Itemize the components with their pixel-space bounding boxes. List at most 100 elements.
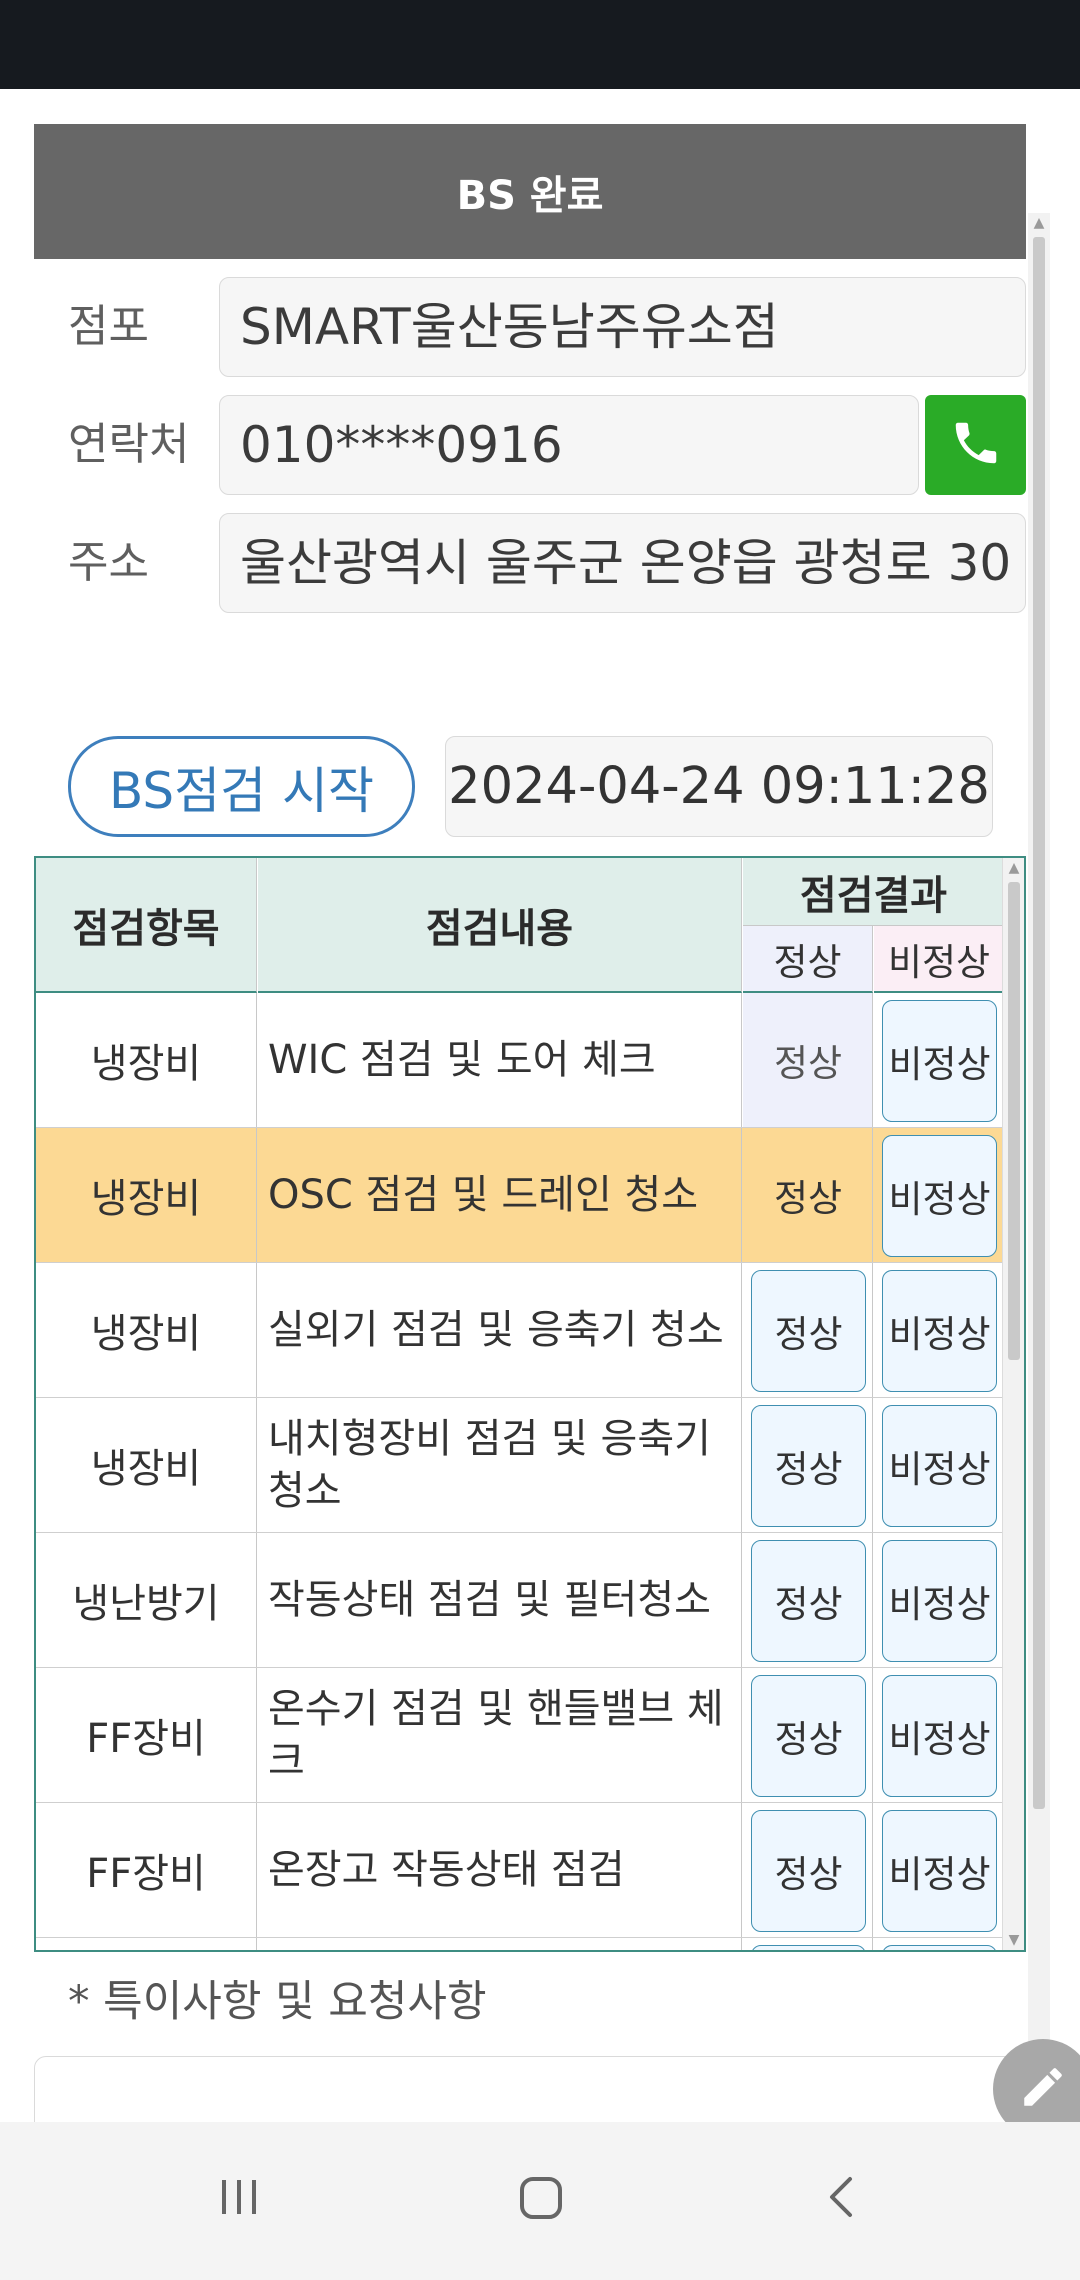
row-normal-cell: 정상 bbox=[743, 1533, 873, 1667]
table-row: 냉난방기 작동상태 점검 및 필터청소 정상 비정상 bbox=[36, 1533, 1004, 1668]
notes-label: * 특이사항 및 요청사항 bbox=[68, 1977, 487, 2027]
row-content: 내치형장비 점검 및 응축기 청소 bbox=[258, 1398, 742, 1532]
page: BS 완료 점포 SMART울산동남주유소점 연락처 010****0916 주… bbox=[0, 89, 1080, 2122]
home-icon[interactable] bbox=[517, 2174, 565, 2226]
store-row: 점포 SMART울산동남주유소점 bbox=[34, 277, 1026, 377]
abnormal-button[interactable]: 비정상 bbox=[882, 1675, 997, 1797]
row-abnormal-cell: 비정상 bbox=[874, 993, 1004, 1127]
row-content: 온수기 점검 및 핸들밸브 체크 bbox=[258, 1668, 742, 1802]
page-scrollbar[interactable]: ▲ ▼ bbox=[1028, 213, 1050, 2122]
normal-button[interactable]: 정상 bbox=[751, 1675, 866, 1797]
row-normal-cell: 정상 bbox=[743, 1398, 873, 1532]
bs-panel: BS 완료 점포 SMART울산동남주유소점 연락처 010****0916 주… bbox=[34, 124, 1026, 2122]
panel-title: BS 완료 bbox=[456, 172, 604, 219]
normal-button[interactable]: 정상 bbox=[751, 1405, 866, 1527]
row-abnormal-cell: 비정상 bbox=[874, 1128, 1004, 1262]
row-content-text: 온장고 작동상태 점검 bbox=[268, 1847, 625, 1893]
table-row: FF장비 온수기 점검 및 핸들밸브 체크 정상 비정상 bbox=[36, 1668, 1004, 1803]
row-category: 냉장비 bbox=[36, 1398, 257, 1532]
row-category: 냉장비 bbox=[36, 1128, 257, 1262]
back-icon[interactable] bbox=[820, 2174, 866, 2224]
row-normal-cell: 정상 bbox=[743, 1803, 873, 1937]
row-content: 온장고 작동상태 점검 bbox=[258, 1803, 742, 1937]
address-row: 주소 울산광역시 울주군 온양읍 광청로 30 bbox=[34, 513, 1026, 613]
scroll-down-arrow[interactable]: ▼ bbox=[1003, 1930, 1024, 1950]
panel-header: BS 완료 bbox=[34, 124, 1026, 259]
contact-row: 연락처 010****0916 bbox=[34, 395, 1026, 495]
table-scrollbar[interactable]: ▲ ▼ bbox=[1002, 858, 1024, 1950]
table-row: 냉장비 내치형장비 점검 및 응축기 청소 정상 비정상 bbox=[36, 1398, 1004, 1533]
normal-selected: 정상 bbox=[773, 1177, 843, 1220]
table-row: 냉장비 실외기 점검 및 응축기 청소 정상 비정상 bbox=[36, 1263, 1004, 1398]
col-normal-label: 정상 bbox=[773, 940, 842, 984]
row-abnormal-cell: 비정상 bbox=[874, 1803, 1004, 1937]
page-scrollbar-thumb[interactable] bbox=[1033, 237, 1045, 1809]
status-bar bbox=[0, 0, 1080, 89]
row-category: 냉난방기 bbox=[36, 1533, 257, 1667]
row-category: FF장비 bbox=[36, 1668, 257, 1802]
table-row-partial bbox=[36, 1938, 1004, 1950]
row-category: 냉장비 bbox=[36, 1263, 257, 1397]
col-result-label: 점검결과 bbox=[799, 872, 948, 919]
col-normal-header: 정상 bbox=[743, 926, 873, 993]
row-abnormal-cell: 비정상 bbox=[874, 1398, 1004, 1532]
abnormal-button[interactable]: 비정상 bbox=[882, 1000, 997, 1122]
col-content-header: 점검내용 bbox=[258, 858, 742, 993]
store-label: 점포 bbox=[68, 301, 149, 352]
row-category bbox=[36, 1938, 257, 1950]
normal-selected: 정상 bbox=[773, 1042, 843, 1085]
row-content-text: 작동상태 점검 및 필터청소 bbox=[268, 1577, 711, 1623]
phone-icon bbox=[949, 416, 1003, 474]
address-label: 주소 bbox=[68, 537, 149, 588]
contact-field[interactable]: 010****0916 bbox=[219, 395, 919, 495]
row-content: WIC 점검 및 도어 체크 bbox=[258, 993, 742, 1127]
col-item-header: 점검항목 bbox=[36, 858, 257, 993]
row-normal-cell: 정상 bbox=[743, 1263, 873, 1397]
address-field[interactable]: 울산광역시 울주군 온양읍 광청로 30 bbox=[219, 513, 1026, 613]
row-abnormal-cell: 비정상 bbox=[874, 1263, 1004, 1397]
normal-button-partial[interactable] bbox=[751, 1945, 866, 1950]
row-content: OSC 점검 및 드레인 청소 bbox=[258, 1128, 742, 1262]
table-row: 냉장비 WIC 점검 및 도어 체크 정상 비정상 bbox=[36, 993, 1004, 1128]
col-result-header: 점검결과 bbox=[743, 858, 1004, 926]
col-abnormal-header: 비정상 bbox=[874, 926, 1004, 993]
row-content-text: OSC 점검 및 드레인 청소 bbox=[268, 1172, 699, 1218]
row-content-text: 실외기 점검 및 응축기 청소 bbox=[268, 1307, 724, 1353]
row-normal-cell: 정상 bbox=[743, 1128, 873, 1262]
inspection-table: 점검항목 점검내용 점검결과 정상 비정상 냉장비 WIC 점검 및 도어 체크… bbox=[34, 856, 1026, 1952]
abnormal-button[interactable]: 비정상 bbox=[882, 1810, 997, 1932]
notes-textarea[interactable] bbox=[34, 2056, 1026, 2122]
navigation-bar bbox=[0, 2122, 1080, 2280]
row-category: 냉장비 bbox=[36, 993, 257, 1127]
abnormal-button[interactable]: 비정상 bbox=[882, 1270, 997, 1392]
page-scroll-up-arrow[interactable]: ▲ bbox=[1028, 213, 1050, 233]
normal-button[interactable]: 정상 bbox=[751, 1540, 866, 1662]
store-field[interactable]: SMART울산동남주유소점 bbox=[219, 277, 1026, 377]
col-item-label: 점검항목 bbox=[72, 905, 220, 952]
normal-button[interactable]: 정상 bbox=[751, 1270, 866, 1392]
row-content-text: WIC 점검 및 도어 체크 bbox=[268, 1037, 656, 1083]
scroll-up-arrow[interactable]: ▲ bbox=[1003, 858, 1024, 878]
abnormal-button-partial[interactable] bbox=[882, 1945, 997, 1950]
row-normal-cell bbox=[743, 1938, 873, 1950]
row-normal-cell: 정상 bbox=[743, 1668, 873, 1802]
pencil-icon bbox=[1018, 2062, 1068, 2116]
row-content-text: 내치형장비 점검 및 응축기 청소 bbox=[268, 1416, 711, 1514]
col-abnormal-label: 비정상 bbox=[887, 940, 991, 984]
table-scrollbar-thumb[interactable] bbox=[1008, 882, 1020, 1360]
normal-button[interactable]: 정상 bbox=[751, 1810, 866, 1932]
contact-label: 연락처 bbox=[68, 419, 190, 470]
abnormal-button[interactable]: 비정상 bbox=[882, 1540, 997, 1662]
abnormal-button[interactable]: 비정상 bbox=[882, 1405, 997, 1527]
bs-start-button[interactable]: BS점검 시작 bbox=[68, 736, 415, 837]
row-content-text: 온수기 점검 및 핸들밸브 체크 bbox=[268, 1686, 724, 1784]
col-content-label: 점검내용 bbox=[425, 905, 574, 952]
row-content: 작동상태 점검 및 필터청소 bbox=[258, 1533, 742, 1667]
row-abnormal-cell: 비정상 bbox=[874, 1533, 1004, 1667]
row-content: 실외기 점검 및 응축기 청소 bbox=[258, 1263, 742, 1397]
inspection-datetime: 2024-04-24 09:11:28 bbox=[445, 736, 993, 837]
abnormal-button[interactable]: 비정상 bbox=[882, 1135, 997, 1257]
recent-apps-icon[interactable] bbox=[216, 2174, 262, 2224]
row-normal-cell: 정상 bbox=[743, 993, 873, 1127]
call-button[interactable] bbox=[925, 395, 1026, 495]
